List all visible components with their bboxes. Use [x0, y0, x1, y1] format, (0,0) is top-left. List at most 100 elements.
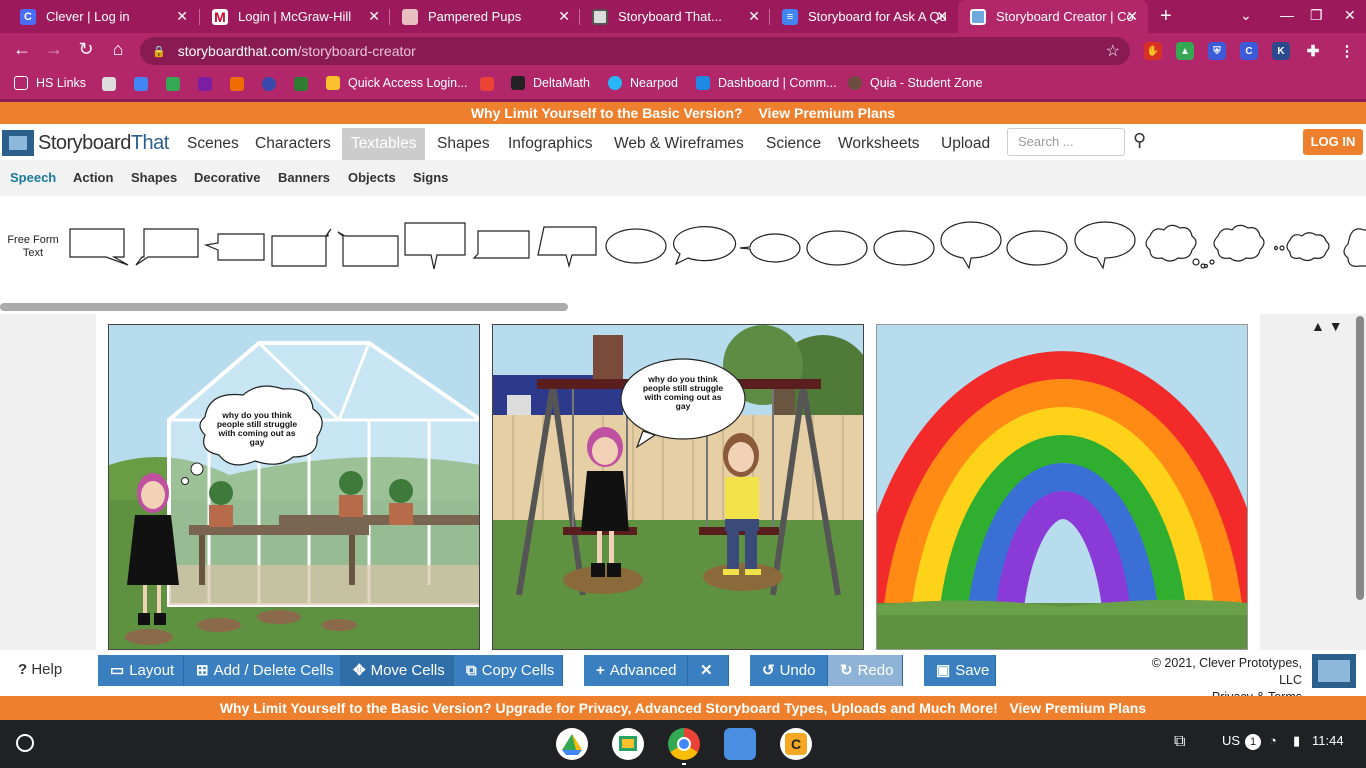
scroll-arrows[interactable]: ▲ ▼	[1311, 318, 1343, 334]
clipboard-icon[interactable]: ⧉	[1174, 733, 1185, 751]
add-delete-cells-button[interactable]: ⊞ Add / Delete Cells	[184, 655, 341, 686]
google-drive-icon[interactable]	[556, 728, 588, 760]
nav-scenes[interactable]: Scenes	[178, 128, 248, 160]
nav-shapes[interactable]: Shapes	[428, 128, 499, 160]
shield-icon[interactable]: ⛨	[1208, 42, 1226, 60]
notification-count[interactable]: 1	[1245, 734, 1261, 750]
forward-icon[interactable]: →	[42, 39, 66, 60]
bookmark-deltamath[interactable]: DeltaMath	[511, 76, 590, 90]
tab-docs[interactable]: ≡ Storyboard for Ask A Qu ✕	[770, 0, 958, 33]
bubble-shapes[interactable]	[0, 196, 1366, 296]
bookmark-icon[interactable]	[230, 77, 244, 91]
minimize-icon[interactable]: —	[1280, 7, 1294, 23]
storyboard-cell-2[interactable]: why do you think people still struggle w…	[492, 324, 864, 650]
address-bar[interactable]: 🔒 storyboardthat.com/storyboard-creator …	[140, 37, 1130, 65]
storyboard-cell-3[interactable]	[876, 324, 1248, 650]
wifi-icon[interactable]: ◔	[1269, 733, 1277, 748]
new-tab-button[interactable]: +	[1160, 5, 1172, 28]
nav-textables[interactable]: Textables	[342, 128, 426, 160]
layout-button[interactable]: ▭ Layout	[98, 655, 184, 686]
google-classroom-icon[interactable]	[612, 728, 644, 760]
search-icon[interactable]: ⚲	[1133, 130, 1146, 151]
speech-bubble-text[interactable]: why do you think people still struggle w…	[211, 411, 303, 447]
tab-storyboard-creator[interactable]: Storyboard Creator | Co ✕	[958, 0, 1148, 33]
clock[interactable]: 11:44	[1312, 733, 1344, 748]
close-icon[interactable]: ✕	[1126, 8, 1138, 25]
home-icon[interactable]: ⌂	[106, 39, 130, 60]
nav-upload[interactable]: Upload	[932, 128, 999, 160]
puzzle-icon[interactable]: ✚	[1304, 42, 1322, 60]
bookmark-hs-links[interactable]: HS Links	[14, 76, 86, 90]
files-icon[interactable]	[724, 728, 756, 760]
close-icon[interactable]: ✕	[558, 8, 570, 25]
subtab-decorative[interactable]: Decorative	[194, 170, 260, 185]
close-icon[interactable]: ✕	[368, 8, 380, 25]
tab-search-icon[interactable]: ⌄	[1240, 7, 1252, 24]
login-button[interactable]: LOG IN	[1303, 129, 1363, 155]
promo-banner-bottom[interactable]: Why Limit Yourself to the Basic Version?…	[0, 696, 1366, 720]
menu-icon[interactable]: ⋮	[1338, 42, 1356, 60]
back-icon[interactable]: ←	[10, 39, 34, 60]
bookmark-icon[interactable]	[294, 77, 308, 91]
clever-app-icon[interactable]: C	[780, 728, 812, 760]
nav-web-wireframes[interactable]: Web & Wireframes	[605, 128, 753, 160]
subtab-shapes[interactable]: Shapes	[131, 170, 177, 185]
bookmark-quick-access[interactable]: Quick Access Login...	[326, 76, 468, 90]
battery-icon[interactable]: ▮	[1293, 733, 1300, 749]
launcher-icon[interactable]	[16, 734, 34, 752]
help-button[interactable]: ? Help	[18, 661, 62, 678]
copy-cells-button[interactable]: ⧉ Copy Cells	[454, 655, 563, 686]
close-icon[interactable]: ✕	[176, 8, 188, 25]
subtab-objects[interactable]: Objects	[348, 170, 396, 185]
storyboardthat-logo[interactable]: StoryboardThat	[2, 130, 169, 156]
undo-button[interactable]: ↺ Undo	[750, 655, 828, 686]
reload-icon[interactable]: ↻	[74, 39, 98, 60]
close-window-icon[interactable]: ✕	[1344, 7, 1356, 24]
subtab-speech[interactable]: Speech	[10, 170, 56, 185]
tab-storyboard-that[interactable]: Storyboard That... ✕	[580, 0, 770, 33]
search-input[interactable]: Search ...	[1007, 128, 1125, 156]
drive-bookmark-icon[interactable]	[166, 77, 180, 91]
speech-bubble-text[interactable]: why do you think people still struggle w…	[637, 375, 729, 411]
bookmark-nearpod[interactable]: Nearpod	[608, 76, 678, 90]
extension-hand-icon[interactable]: ✋	[1144, 42, 1162, 60]
restore-icon[interactable]: ❐	[1310, 7, 1323, 24]
close-icon[interactable]: ✕	[936, 8, 948, 25]
save-button[interactable]: ▣ Save	[924, 655, 996, 686]
redo-button[interactable]: ↻ Redo	[828, 655, 903, 686]
tab-mcgraw[interactable]: M Login | McGraw-Hill ✕	[200, 0, 390, 33]
canvas-scrollbar[interactable]	[1356, 316, 1364, 600]
gmail-icon[interactable]	[480, 77, 494, 91]
tab-pampered-pups[interactable]: Pampered Pups ✕	[390, 0, 580, 33]
clever-extension-icon[interactable]: C	[1240, 42, 1258, 60]
bookmark-icon[interactable]	[102, 77, 116, 91]
bookmark-star-icon[interactable]: ☆	[1106, 41, 1120, 61]
k-extension-icon[interactable]: K	[1272, 42, 1290, 60]
palette-scrollbar[interactable]	[0, 303, 568, 311]
move-cells-button[interactable]: ✥ Move Cells	[341, 655, 454, 686]
fullscreen-button[interactable]: ✕	[688, 655, 729, 686]
tab-clever[interactable]: C Clever | Log in ✕	[8, 0, 198, 33]
bookmark-icon[interactable]	[198, 77, 212, 91]
chrome-icon[interactable]	[668, 728, 700, 760]
storyboard-cell-1[interactable]: why do you think people still struggle w…	[108, 324, 480, 650]
subtab-action[interactable]: Action	[73, 170, 113, 185]
bookmark-icon[interactable]	[262, 77, 276, 91]
bookmark-icon[interactable]	[134, 77, 148, 91]
nav-characters[interactable]: Characters	[246, 128, 340, 160]
drive-icon[interactable]: ▲	[1176, 42, 1194, 60]
bookmark-dashboard[interactable]: Dashboard | Comm...	[696, 76, 837, 90]
subtab-signs[interactable]: Signs	[413, 170, 448, 185]
storyboardthat-small-logo-icon[interactable]	[1312, 654, 1356, 688]
locale-indicator[interactable]: US	[1222, 733, 1240, 748]
nav-infographics[interactable]: Infographics	[499, 128, 601, 160]
nav-worksheets[interactable]: Worksheets	[829, 128, 929, 160]
nav-science[interactable]: Science	[757, 128, 830, 160]
premium-plans-link[interactable]: View Premium Plans	[758, 105, 895, 121]
premium-plans-link[interactable]: View Premium Plans	[1009, 700, 1146, 716]
promo-banner-top[interactable]: Why Limit Yourself to the Basic Version?…	[0, 102, 1366, 124]
bookmark-quia[interactable]: Quia - Student Zone	[848, 76, 983, 90]
subtab-banners[interactable]: Banners	[278, 170, 330, 185]
close-icon[interactable]: ✕	[748, 8, 760, 25]
advanced-button[interactable]: + Advanced	[584, 655, 688, 686]
